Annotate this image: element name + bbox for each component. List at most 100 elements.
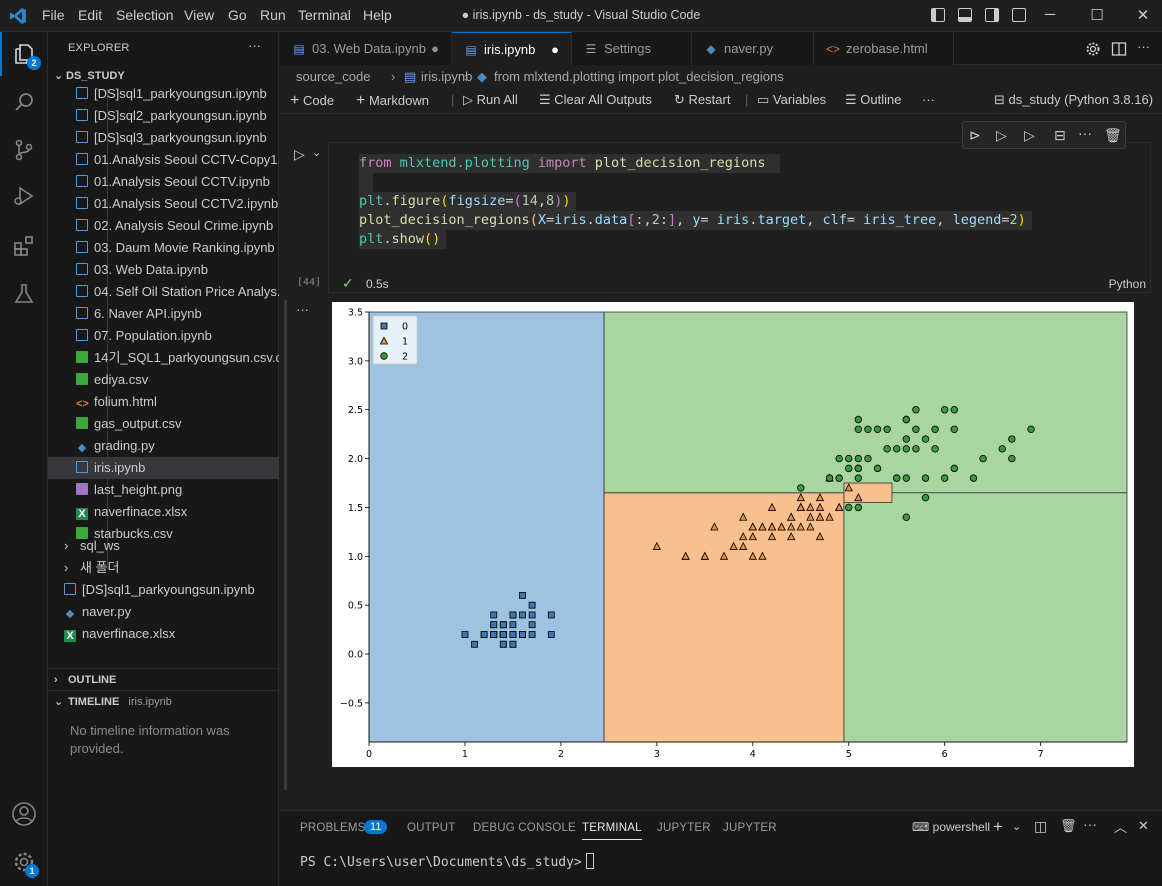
terminal-picker[interactable]: ⌨ powershell [912, 820, 990, 834]
kernel-picker[interactable]: ⊟ ds_study (Python 3.8.16) [994, 92, 1153, 108]
file-item[interactable]: 04. Self Oil Station Price Analys... [48, 281, 279, 303]
file-item[interactable]: <> folium.html [48, 391, 279, 413]
breadcrumb-cell[interactable]: from mlxtend.plotting import plot_decisi… [494, 66, 784, 88]
clear-outputs-button[interactable]: ☰ Clear All Outputs [539, 92, 652, 108]
execute-below-icon[interactable]: ▷ [1024, 127, 1035, 144]
panel-more-icon[interactable]: ··· [1083, 816, 1097, 832]
run-all-button[interactable]: ▷ Run All [463, 92, 518, 108]
menu-go[interactable]: Go [228, 7, 247, 23]
close-icon[interactable]: ✕ [1133, 6, 1153, 24]
toggle-sidebar-icon[interactable] [931, 8, 945, 22]
chevron-down-icon[interactable]: ⌄ [312, 146, 321, 159]
tab-web-data[interactable]: ▤ 03. Web Data.ipynb ● [280, 32, 452, 65]
menu-edit[interactable]: Edit [78, 7, 102, 23]
menu-terminal[interactable]: Terminal [298, 7, 351, 23]
maximize-panel-icon[interactable]: ︿ [1114, 817, 1127, 836]
file-item[interactable]: 01.Analysis Seoul CCTV.ipynb [48, 171, 279, 193]
file-item[interactable]: 02. Analysis Seoul Crime.ipynb [48, 215, 279, 237]
source-control-activity[interactable] [0, 128, 48, 172]
toggle-secondary-sidebar-icon[interactable] [985, 8, 999, 22]
chevron-down-icon[interactable]: ⌄ [1012, 820, 1021, 833]
cell-more-icon[interactable]: ··· [1078, 125, 1092, 141]
tab-zerobase-html[interactable]: <> zerobase.html [814, 32, 954, 65]
tab-output[interactable]: OUTPUT [407, 822, 455, 834]
file-item[interactable]: 6. Naver API.ipynb [48, 303, 279, 325]
new-terminal-icon[interactable]: + [993, 817, 1003, 837]
kill-terminal-icon[interactable]: 🗑 [1060, 818, 1077, 834]
search-activity[interactable] [0, 80, 48, 124]
timeline-section[interactable]: ⌄ TIMELINE iris.ipynb [48, 690, 279, 712]
outline-button[interactable]: ☰ Outline [845, 92, 901, 108]
tab-terminal[interactable]: TERMINAL [582, 822, 642, 840]
file-item[interactable]: iris.ipynb [48, 457, 279, 479]
minimize-icon[interactable]: ─ [1040, 6, 1060, 23]
toolbar-more-button[interactable]: ··· [922, 92, 935, 107]
sidebar-more-button[interactable]: ··· [248, 38, 261, 53]
customize-layout-icon[interactable] [1012, 8, 1026, 22]
output-more-button[interactable]: ··· [296, 302, 309, 317]
variables-button[interactable]: ▭ Variables [757, 92, 826, 108]
tab-settings[interactable]: ☰ Settings [572, 32, 692, 65]
modified-dot-icon[interactable]: ● [551, 33, 559, 66]
file-item[interactable]: last_height.png [48, 479, 279, 501]
file-item[interactable]: 03. Web Data.ipynb [48, 259, 279, 281]
delete-cell-icon[interactable]: 🗑 [1104, 127, 1122, 144]
tab-naver-py[interactable]: ◆ naver.py [692, 32, 814, 65]
file-item[interactable]: 03. Daum Movie Ranking.ipynb [48, 237, 279, 259]
notebook-scrollbar[interactable] [284, 300, 287, 790]
breadcrumb-folder[interactable]: source_code [296, 66, 370, 88]
file-item[interactable]: Xnaverfinace.xlsx [48, 501, 279, 523]
file-item[interactable]: ◆ naver.py [48, 601, 279, 623]
extensions-activity[interactable] [0, 224, 48, 268]
file-item[interactable]: [DS]sql1_parkyoungsun.ipynb [48, 83, 279, 105]
clear-outputs-label: Clear All Outputs [554, 92, 652, 107]
split-terminal-icon[interactable]: ◫ [1034, 818, 1047, 835]
split-editor-icon[interactable] [1111, 41, 1127, 57]
accounts-activity[interactable] [0, 792, 48, 836]
file-item[interactable]: 01.Analysis Seoul CCTV2.ipynb [48, 193, 279, 215]
tab-problems[interactable]: PROBLEMS [300, 822, 366, 834]
split-cell-icon[interactable]: ⊟ [1054, 127, 1066, 144]
run-cell-icon[interactable]: ▷ [294, 146, 305, 163]
run-debug-activity[interactable] [0, 174, 48, 218]
more-actions-icon[interactable]: ··· [1137, 39, 1150, 54]
cell-language[interactable]: Python [1109, 277, 1146, 291]
toggle-panel-icon[interactable] [958, 8, 972, 22]
terminal-prompt-line[interactable]: PS C:\Users\user\Documents\ds_study> [300, 853, 594, 870]
file-item[interactable]: [DS]sql3_parkyoungsun.ipynb [48, 127, 279, 149]
modified-dot-icon[interactable]: ● [431, 32, 439, 65]
tab-iris[interactable]: ▤ iris.ipynb ● [452, 32, 572, 65]
gear-icon[interactable] [1085, 41, 1101, 57]
file-item[interactable]: 01.Analysis Seoul CCTV-Copy1.... [48, 149, 279, 171]
menu-help[interactable]: Help [363, 7, 392, 23]
maximize-icon[interactable]: ☐ [1087, 6, 1107, 24]
file-item[interactable]: 14기_SQL1_parkyoungsun.csv.c... [48, 347, 279, 369]
tab-jupyter-1[interactable]: JUPYTER [657, 822, 711, 834]
close-panel-icon[interactable]: ✕ [1138, 818, 1149, 834]
tab-jupyter-2[interactable]: JUPYTER [723, 822, 777, 834]
file-item[interactable]: gas_output.csv [48, 413, 279, 435]
run-below-icon[interactable]: ▷ [996, 127, 1007, 144]
cell-code-editor[interactable]: from mlxtend.plotting import plot_decisi… [353, 150, 1032, 254]
manage-activity[interactable]: 1 [0, 840, 48, 884]
file-item[interactable]: [DS]sql2_parkyoungsun.ipynb [48, 105, 279, 127]
outline-section[interactable]: › OUTLINE [48, 668, 279, 690]
file-item[interactable]: Xnaverfinace.xlsx [48, 623, 279, 645]
add-code-button[interactable]: + Code [290, 92, 334, 110]
folder-new[interactable]: › 새 폴더 [48, 557, 279, 579]
menu-file[interactable]: File [42, 7, 65, 23]
add-markdown-button[interactable]: + Markdown [356, 92, 429, 110]
menu-run[interactable]: Run [260, 7, 286, 23]
menu-selection[interactable]: Selection [116, 7, 174, 23]
file-item[interactable]: [DS]sql1_parkyoungsun.ipynb [48, 579, 279, 601]
explorer-activity[interactable]: 2 [0, 32, 48, 76]
run-above-icon[interactable]: ⊳ [969, 127, 981, 144]
file-item[interactable]: ◆ grading.py [48, 435, 279, 457]
file-item[interactable]: 07. Population.ipynb [48, 325, 279, 347]
file-item[interactable]: ediya.csv [48, 369, 279, 391]
folder-sql-ws[interactable]: › sql_ws [48, 535, 279, 557]
menu-view[interactable]: View [184, 7, 214, 23]
restart-button[interactable]: ↻ Restart [674, 92, 730, 108]
tab-debug-console[interactable]: DEBUG CONSOLE [473, 822, 576, 834]
testing-activity[interactable] [0, 272, 48, 316]
